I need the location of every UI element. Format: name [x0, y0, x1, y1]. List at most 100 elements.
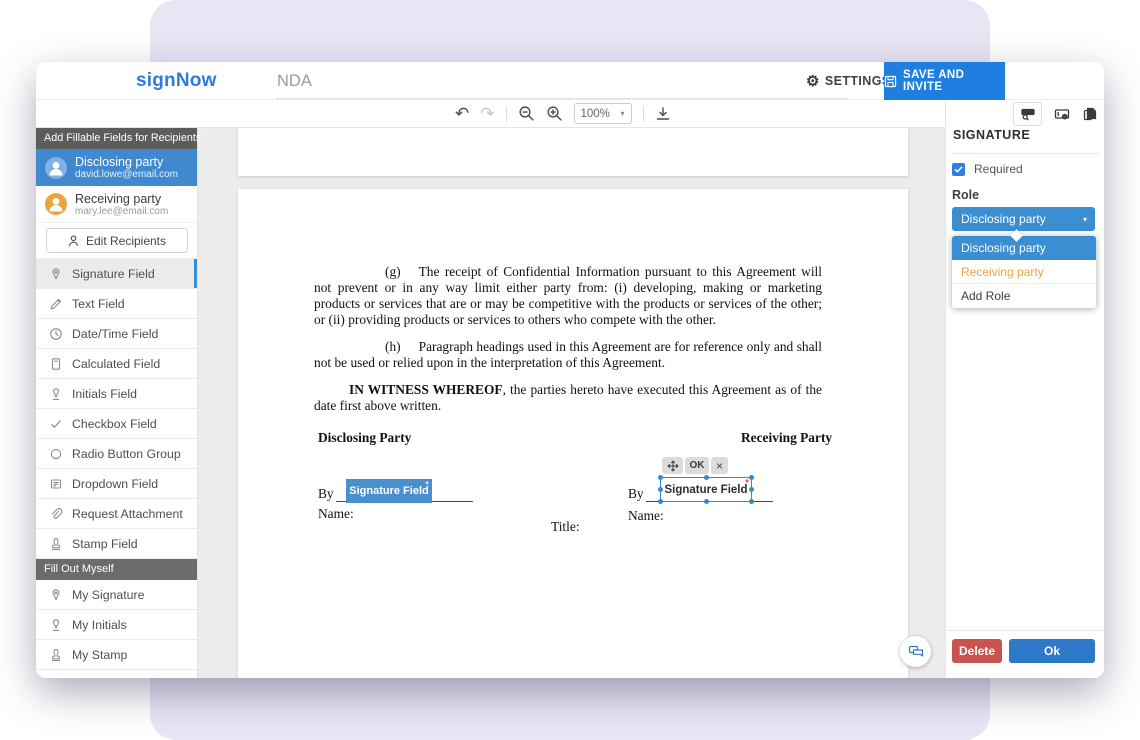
- signature-field-disclosing[interactable]: Signature Field *: [346, 479, 432, 503]
- field-type-label: Calculated Field: [72, 357, 160, 371]
- resize-handle[interactable]: [658, 475, 663, 480]
- resize-handle[interactable]: [658, 487, 663, 492]
- delete-button[interactable]: Delete: [952, 639, 1002, 663]
- role-option-disclosing-party[interactable]: Disclosing party: [952, 236, 1096, 260]
- field-type-label: Text Field: [72, 297, 125, 311]
- sidebar-item-dropdown-field[interactable]: Dropdown Field: [36, 469, 197, 499]
- sidebar-item-text-field[interactable]: Text Field: [36, 289, 197, 319]
- redo-icon[interactable]: ↷: [480, 105, 494, 122]
- panel-footer-divider: [946, 630, 1104, 631]
- toolbar-separator: [506, 106, 507, 122]
- sidebar-item-my-initials[interactable]: My Initials: [36, 610, 197, 640]
- field-type-label: Request Attachment: [72, 507, 183, 521]
- undo-icon[interactable]: ↶: [455, 105, 469, 122]
- fill-out-myself-header: Fill Out Myself: [36, 559, 197, 580]
- resize-handle[interactable]: [749, 475, 754, 480]
- recipient-avatar: [45, 193, 67, 215]
- sidebar-item-request-attachment[interactable]: Request Attachment: [36, 499, 197, 529]
- signnow-logo: signNow: [136, 62, 217, 100]
- sidebar-item-date-time-field[interactable]: Date/Time Field: [36, 319, 197, 349]
- initials-icon: [49, 387, 63, 401]
- datetime-icon: [49, 327, 63, 341]
- signature-field-receiving-selected[interactable]: Signature Field *: [660, 477, 752, 502]
- name-label: Name:: [318, 506, 354, 522]
- zoom-out-icon[interactable]: [518, 105, 535, 122]
- save-and-invite-button[interactable]: SAVE AND INVITE: [884, 62, 1005, 100]
- required-marker: *: [425, 480, 429, 491]
- move-field-button[interactable]: [662, 457, 683, 474]
- copy-pages-icon[interactable]: [1082, 106, 1098, 122]
- feedback-chat-button[interactable]: [900, 636, 931, 667]
- checkbox-checked-icon[interactable]: [952, 163, 965, 176]
- sidebar-item-calculated-field[interactable]: Calculated Field: [36, 349, 197, 379]
- toolbar-right-icons: [1013, 102, 1098, 126]
- attachment-icon: [49, 507, 63, 521]
- field-type-label: Radio Button Group: [72, 447, 181, 461]
- signature-icon: [49, 588, 63, 602]
- field-type-label: Initials Field: [72, 387, 137, 401]
- edit-recipients-button[interactable]: Edit Recipients: [46, 228, 188, 253]
- title-label: Title:: [551, 519, 580, 535]
- zoom-level-select[interactable]: 100% ▾: [574, 103, 632, 124]
- sidebar-item-my-signature[interactable]: My Signature: [36, 580, 197, 610]
- dropdown-icon: [49, 477, 63, 491]
- document-page-2: (g)The receipt of Confidential Informati…: [238, 189, 908, 678]
- selected-field-indicator: [194, 259, 197, 288]
- resize-handle[interactable]: [749, 499, 754, 504]
- resize-handle[interactable]: [658, 499, 663, 504]
- signature-icon: [49, 267, 63, 281]
- sidebar-item-checkbox-field[interactable]: Checkbox Field: [36, 409, 197, 439]
- recipient-avatar: [45, 157, 67, 179]
- chevron-down-icon: ▾: [1083, 215, 1087, 224]
- recipient-name: Disclosing party: [75, 155, 178, 169]
- sidebar-item-initials-field[interactable]: Initials Field: [36, 379, 197, 409]
- field-settings-panel: SIGNATURE Required Role Disclosing party…: [945, 100, 1104, 678]
- sidebar-item-stamp-field[interactable]: Stamp Field: [36, 529, 197, 559]
- download-icon[interactable]: [655, 106, 671, 122]
- clause-label: (g): [385, 264, 419, 279]
- field-type-label: Checkbox Field: [72, 417, 157, 431]
- recipient-email: david.lowe@email.com: [75, 169, 178, 180]
- required-checkbox-row[interactable]: Required: [952, 162, 1023, 176]
- required-label: Required: [974, 162, 1023, 176]
- role-option-receiving-party[interactable]: Receiving party: [952, 260, 1096, 284]
- field-close-button[interactable]: ×: [711, 457, 728, 474]
- role-dropdown-button[interactable]: Disclosing party ▾: [952, 207, 1095, 231]
- role-option-add-role[interactable]: Add Role: [952, 284, 1096, 308]
- document-canvas[interactable]: (g)The receipt of Confidential Informati…: [198, 128, 945, 678]
- recipient-receiving-party[interactable]: Receiving party mary.lee@email.com: [36, 186, 197, 223]
- recipient-email: mary.lee@email.com: [75, 206, 168, 217]
- sidebar-item-my-stamp[interactable]: My Stamp: [36, 640, 197, 670]
- card-settings-icon[interactable]: [1054, 106, 1070, 122]
- my-field-type-list: My Signature My Initials My Stamp: [36, 580, 197, 670]
- ok-button[interactable]: Ok: [1009, 639, 1095, 663]
- document-title-input[interactable]: NDA: [277, 62, 312, 100]
- stamp-icon: [49, 537, 63, 551]
- initials-icon: [49, 618, 63, 632]
- zoom-in-icon[interactable]: [546, 105, 563, 122]
- resize-handle[interactable]: [704, 499, 709, 504]
- title-underline: [277, 98, 847, 99]
- field-type-label: My Initials: [72, 618, 127, 632]
- field-ok-button[interactable]: OK: [685, 457, 709, 474]
- by-label: By: [318, 486, 334, 502]
- sidebar-item-signature-field[interactable]: Signature Field: [36, 259, 197, 289]
- field-type-label: Signature Field: [72, 267, 155, 281]
- by-label: By: [628, 486, 644, 502]
- stamp-icon: [49, 648, 63, 662]
- recipient-disclosing-party[interactable]: Disclosing party david.lowe@email.com: [36, 149, 197, 186]
- sidebar-item-radio-button-group[interactable]: Radio Button Group: [36, 439, 197, 469]
- floppy-icon: [884, 75, 897, 88]
- document-page-1: [238, 128, 908, 176]
- field-type-label: Date/Time Field: [72, 327, 158, 341]
- resize-handle[interactable]: [704, 475, 709, 480]
- checkbox-icon: [49, 417, 63, 431]
- edit-recipients-row: Edit Recipients: [36, 223, 197, 259]
- settings-button[interactable]: ⚙ SETTINGS: [806, 62, 891, 100]
- field-type-label: Stamp Field: [72, 537, 138, 551]
- field-type-label: Dropdown Field: [72, 477, 158, 491]
- resize-handle[interactable]: [749, 487, 754, 492]
- field-properties-icon[interactable]: [1013, 102, 1042, 126]
- gear-icon: ⚙: [806, 72, 820, 90]
- field-type-label: My Stamp: [72, 648, 127, 662]
